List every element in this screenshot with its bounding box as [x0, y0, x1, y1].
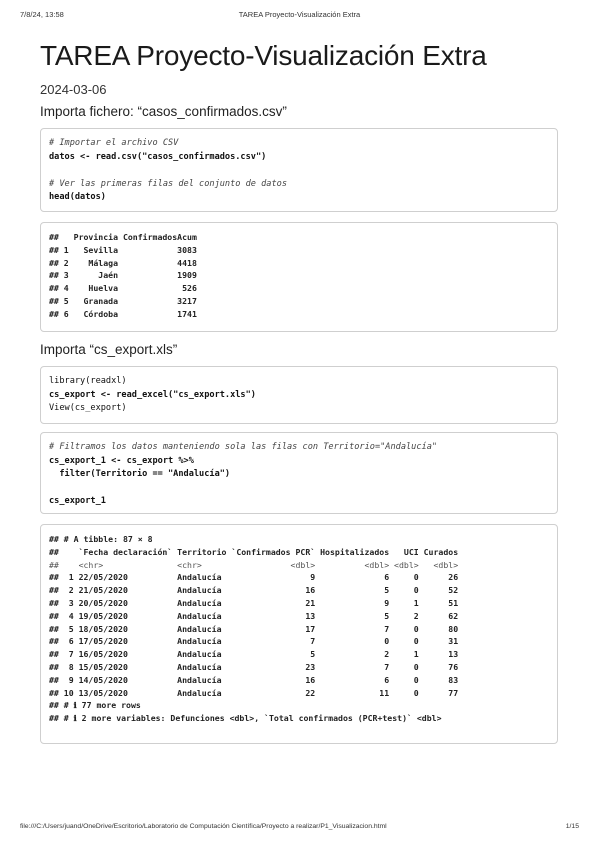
- tibble-row: ## 2 21/05/2020 Andalucía 16 5 0 52: [49, 585, 459, 596]
- code-line: datos <- read.csv("casos_confirmados.csv…: [49, 151, 267, 162]
- output-block-tibble: ## # A tibble: 87 × 8 ## `Fecha declarac…: [40, 524, 558, 744]
- tibble-more-vars: ## # ℹ 2 more variables: Defunciones <db…: [49, 713, 442, 724]
- output-row: ## 5 Granada 3217: [49, 295, 197, 306]
- code-comment: # Importar el archivo CSV: [49, 138, 179, 148]
- tibble-header: ## `Fecha declaración` Territorio `Confi…: [49, 546, 459, 557]
- tibble-row: ## 7 16/05/2020 Andalucía 5 2 1 13: [49, 649, 459, 660]
- section-heading-xls: Importa “cs_export.xls”: [40, 342, 178, 357]
- print-header: 7/8/24, 13:58 TAREA Proyecto-Visualizaci…: [20, 10, 579, 22]
- code-comment: # Ver las primeras filas del conjunto de…: [49, 178, 287, 189]
- output-row: ## 1 Sevilla 3083: [49, 244, 197, 255]
- code-line: cs_export_1: [49, 496, 106, 507]
- document-date: 2024-03-06: [40, 82, 107, 97]
- tibble-row: ## 1 22/05/2020 Andalucía 9 6 0 26: [49, 572, 459, 583]
- page-number: 1/15: [565, 823, 579, 830]
- section-heading-csv: Importa fichero: “casos_confirmados.csv”: [40, 104, 287, 119]
- code-line: head(datos): [49, 192, 106, 203]
- tibble-more-rows: ## # ℹ 77 more rows: [49, 700, 141, 711]
- tibble-row: ## 6 17/05/2020 Andalucía 7 0 0 31: [49, 636, 459, 647]
- tibble-types: ## <chr> <chr> <dbl> <dbl> <dbl> <dbl>: [49, 559, 459, 570]
- code-line: View(cs_export): [49, 403, 127, 414]
- code-block-filter: # Filtramos los datos manteniendo sola l…: [40, 432, 558, 514]
- tibble-row: ## 8 15/05/2020 Andalucía 23 7 0 76: [49, 661, 459, 672]
- tibble-row: ## 9 14/05/2020 Andalucía 16 6 0 83: [49, 674, 459, 685]
- code-line: library(readxl): [49, 376, 127, 386]
- page-title: TAREA Proyecto-Visualización Extra: [40, 40, 487, 71]
- code-line: cs_export_1 <- cs_export %>%: [49, 455, 194, 466]
- output-row: ## 2 Málaga 4418: [49, 257, 197, 268]
- output-row: ## 4 Huelva 526: [49, 283, 197, 294]
- tibble-summary: ## # A tibble: 87 × 8: [49, 534, 153, 544]
- print-footer: file:///C:/Users/juand/OneDrive/Escritor…: [20, 823, 579, 835]
- tibble-row: ## 5 18/05/2020 Andalucía 17 7 0 80: [49, 623, 459, 634]
- code-block-read-csv: # Importar el archivo CSV datos <- read.…: [40, 128, 558, 212]
- tibble-row: ## 4 19/05/2020 Andalucía 13 5 2 62: [49, 610, 459, 621]
- code-block-read-excel: library(readxl) cs_export <- read_excel(…: [40, 366, 558, 424]
- code-line: filter(Territorio == "Andalucía"): [49, 469, 231, 480]
- file-path: file:///C:/Users/juand/OneDrive/Escritor…: [20, 823, 387, 830]
- code-comment: # Filtramos los datos manteniendo sola l…: [49, 442, 438, 452]
- output-header: ## Provincia ConfirmadosAcum: [49, 232, 197, 242]
- output-block-head: ## Provincia ConfirmadosAcum ## 1 Sevill…: [40, 222, 558, 332]
- tibble-row: ## 3 20/05/2020 Andalucía 21 9 1 51: [49, 597, 459, 608]
- print-title: TAREA Proyecto-Visualización Extra: [238, 10, 361, 19]
- output-row: ## 3 Jaén 1909: [49, 270, 197, 281]
- code-line: cs_export <- read_excel("cs_export.xls"): [49, 389, 256, 400]
- output-row: ## 6 Córdoba 1741: [49, 308, 197, 319]
- tibble-row: ## 10 13/05/2020 Andalucía 22 11 0 77: [49, 687, 459, 698]
